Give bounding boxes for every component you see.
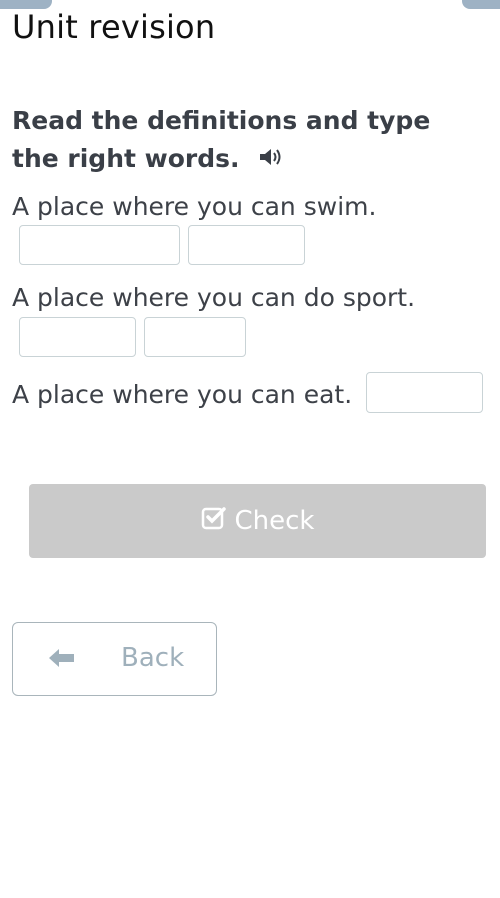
- answer-input-sport-2[interactable]: [144, 317, 246, 357]
- arrow-left-icon: [47, 645, 77, 678]
- page-title: Unit revision: [12, 8, 216, 46]
- answer-input-swim-1[interactable]: [19, 225, 180, 265]
- back-label: Back: [121, 643, 185, 673]
- top-right-tab[interactable]: [462, 0, 500, 9]
- question-swim: A place where you can swim.: [12, 192, 377, 221]
- instruction-text: Read the definitions and type the right …: [12, 102, 482, 179]
- answer-input-eat[interactable]: [366, 372, 483, 413]
- check-label: Check: [234, 506, 315, 536]
- check-button[interactable]: Check: [29, 484, 486, 558]
- checkbox-checked-icon: [201, 505, 227, 538]
- answer-input-swim-2[interactable]: [188, 225, 305, 265]
- back-button[interactable]: Back: [12, 622, 217, 696]
- answer-input-sport-1[interactable]: [19, 317, 136, 357]
- question-sport: A place where you can do sport.: [12, 283, 416, 312]
- speaker-icon[interactable]: [258, 141, 284, 179]
- question-eat: A place where you can eat.: [12, 380, 353, 409]
- instruction-label: Read the definitions and type the right …: [12, 106, 431, 173]
